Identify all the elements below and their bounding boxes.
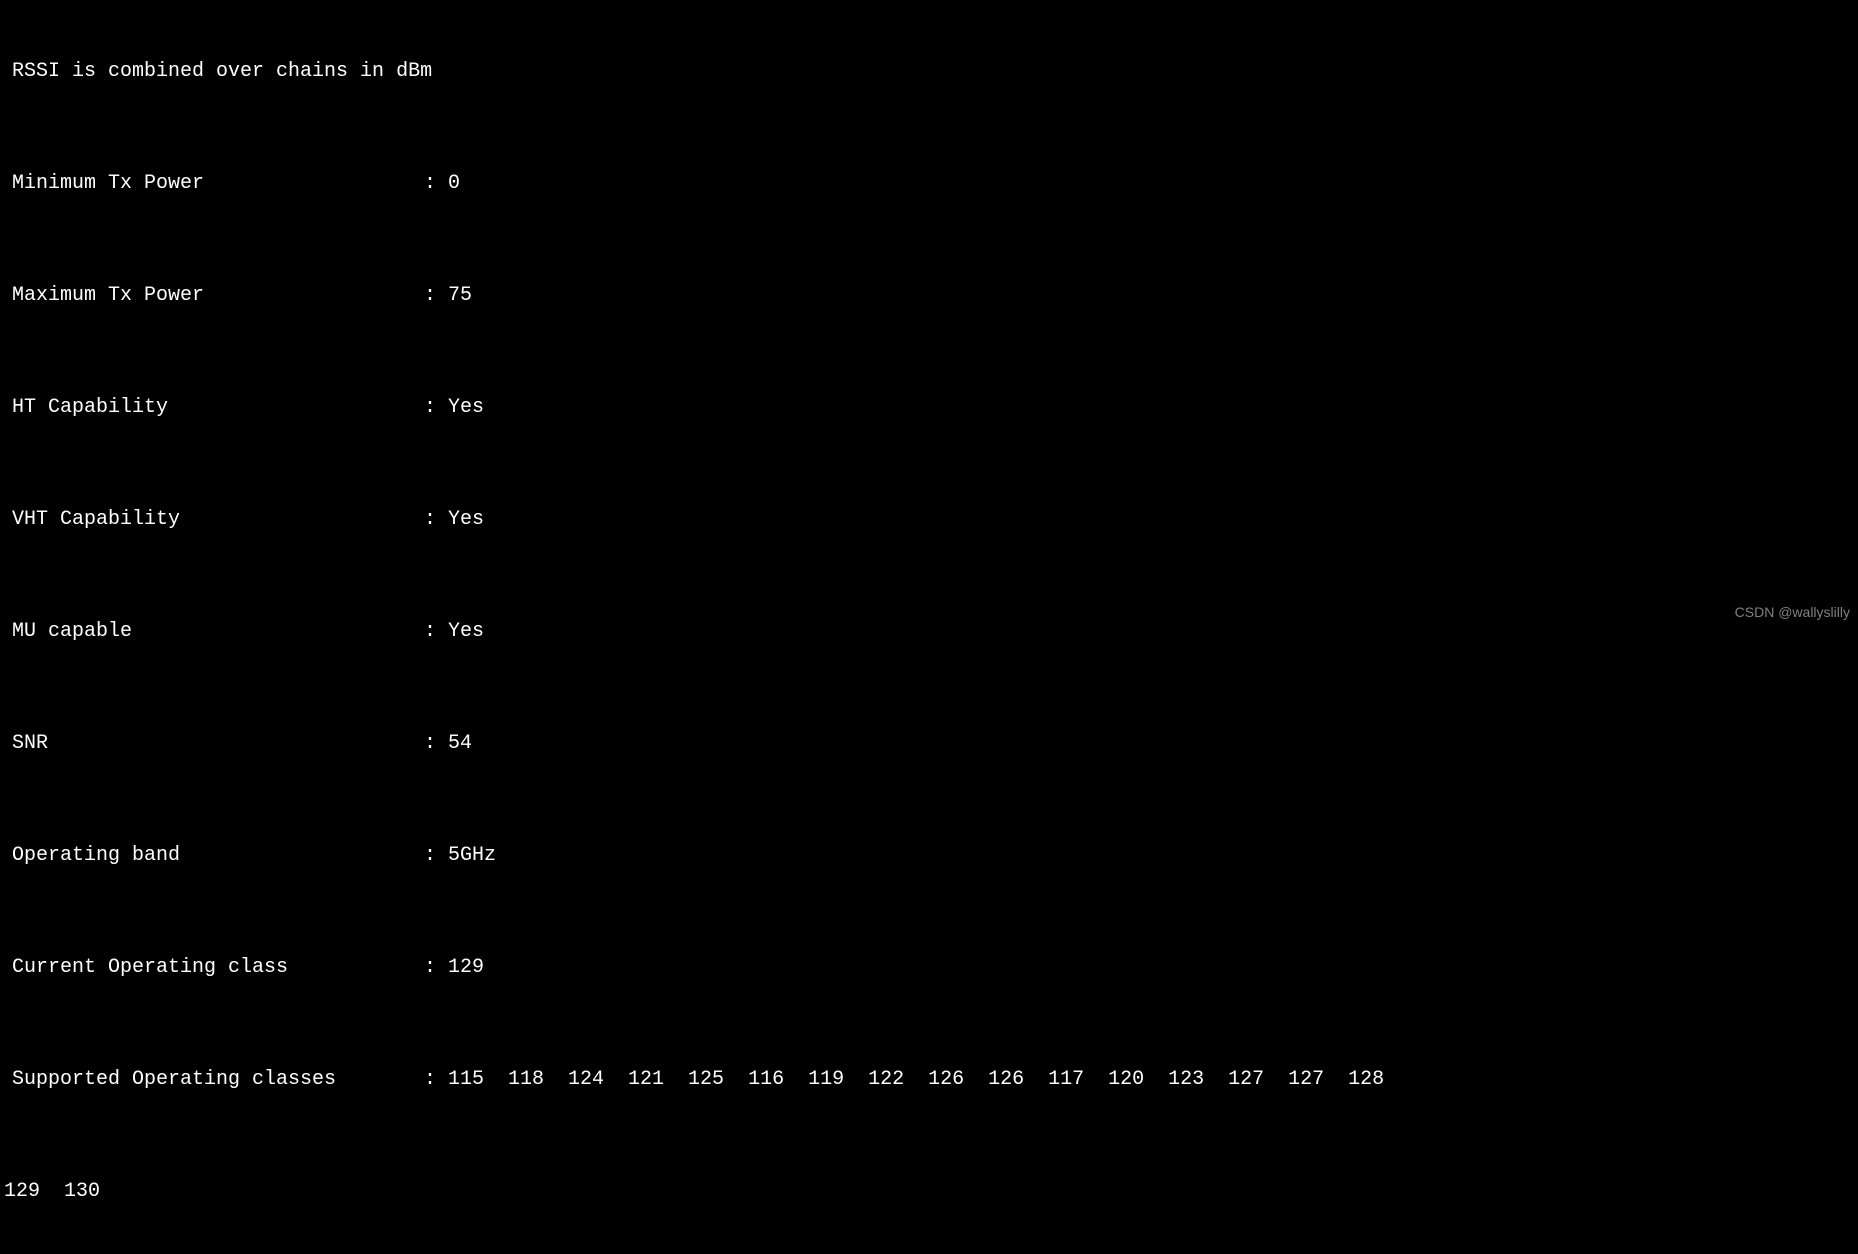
mu-capable-row: MU capable : Yes	[4, 618, 1858, 646]
separator: :	[424, 730, 436, 758]
field-label: Operating band	[4, 842, 424, 870]
field-value: 75	[436, 282, 472, 310]
field-label: Current Operating class	[4, 954, 424, 982]
current-op-class-row: Current Operating class : 129	[4, 954, 1858, 982]
field-value: 129	[436, 954, 484, 982]
terminal-output: RSSI is combined over chains in dBm Mini…	[0, 2, 1858, 1254]
watermark: CSDN @wallyslilly	[1735, 603, 1850, 623]
separator: :	[424, 842, 436, 870]
field-label: Maximum Tx Power	[4, 282, 424, 310]
ht-capability-row: HT Capability : Yes	[4, 394, 1858, 422]
separator: :	[424, 618, 436, 646]
field-label: HT Capability	[4, 394, 424, 422]
field-label: MU capable	[4, 618, 424, 646]
field-value: Yes	[436, 506, 484, 534]
separator: :	[424, 170, 436, 198]
field-label: SNR	[4, 730, 424, 758]
separator: :	[424, 1066, 436, 1094]
field-label: Supported Operating classes	[4, 1066, 424, 1094]
field-label: VHT Capability	[4, 506, 424, 534]
field-value: 115 118 124 121 125 116 119 122 126 126 …	[436, 1066, 1384, 1094]
field-value: Yes	[436, 394, 484, 422]
operating-band-row: Operating band : 5GHz	[4, 842, 1858, 870]
field-value: 0	[436, 170, 460, 198]
rssi-header: RSSI is combined over chains in dBm	[4, 58, 1858, 86]
separator: :	[424, 282, 436, 310]
separator: :	[424, 506, 436, 534]
separator: :	[424, 954, 436, 982]
supported-op-classes-row: Supported Operating classes : 115 118 12…	[4, 1066, 1858, 1094]
supported-op-classes-wrap: 129 130	[4, 1178, 1858, 1206]
vht-capability-row: VHT Capability : Yes	[4, 506, 1858, 534]
min-tx-power-row: Minimum Tx Power : 0	[4, 170, 1858, 198]
field-value: Yes	[436, 618, 484, 646]
field-label: Minimum Tx Power	[4, 170, 424, 198]
separator: :	[424, 394, 436, 422]
field-value: 5GHz	[436, 842, 496, 870]
max-tx-power-row: Maximum Tx Power : 75	[4, 282, 1858, 310]
field-value: 54	[436, 730, 472, 758]
snr-row: SNR : 54	[4, 730, 1858, 758]
